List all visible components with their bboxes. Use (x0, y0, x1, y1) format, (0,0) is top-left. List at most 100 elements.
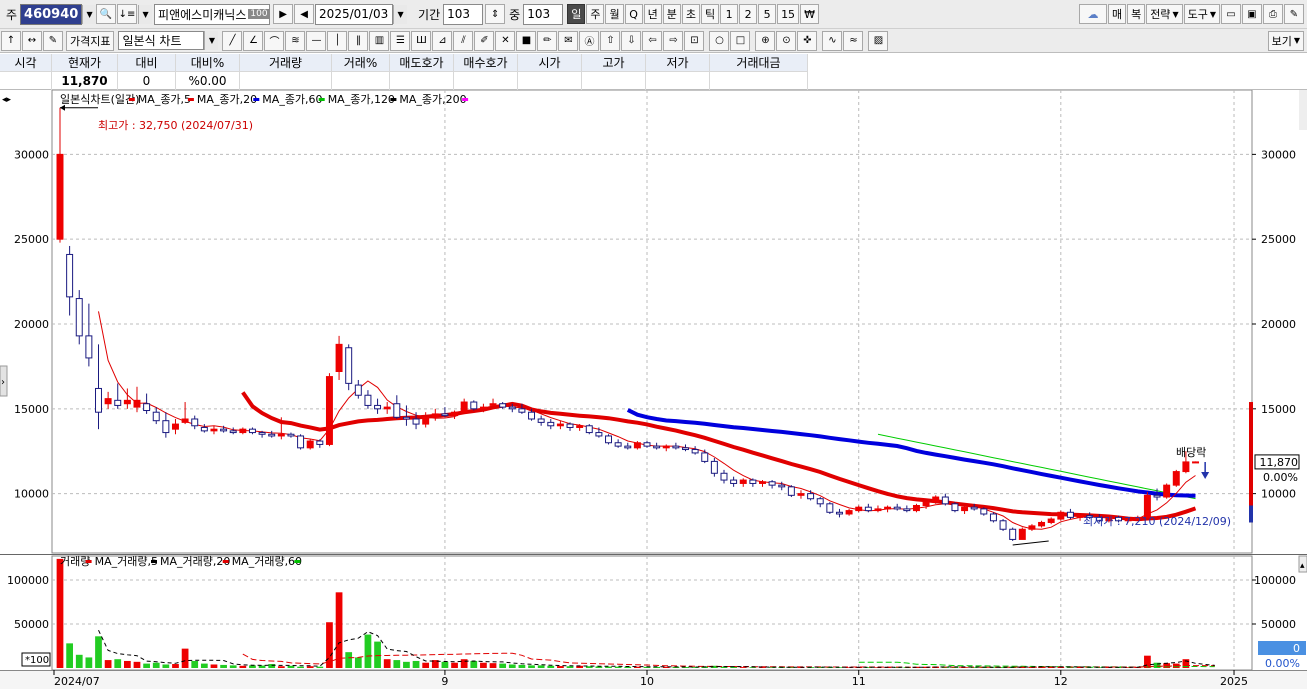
stock-code-input[interactable]: 460940 (20, 3, 83, 25)
volume-bar (249, 665, 256, 668)
grid-lines-icon[interactable]: ▥ (369, 30, 390, 51)
candle-body (441, 413, 449, 417)
rectangle-icon[interactable]: □ (730, 30, 751, 51)
color-fill-icon[interactable]: ■ (516, 30, 537, 51)
crosshair-icon[interactable]: ✜ (797, 30, 818, 51)
drawing-toolbar: ↑ ↔ ✎ 가격지표 일본식 차트 ▼ ╱ ∠ ⌒ ≋ — │ ‖ ▥ ☰ Ш … (0, 29, 1307, 53)
period-button-month[interactable]: 월 (605, 4, 624, 24)
note-icon[interactable]: ✉ (558, 30, 579, 51)
prev-stock-button[interactable]: ◀ (294, 4, 315, 24)
indicator-button[interactable]: 가격지표 (66, 30, 115, 51)
chart-svg[interactable]: ◂▸ › ▴ 10000 10000 15000 15000 20000 20000 25000 2… (0, 89, 1307, 689)
zoom-icon[interactable]: ⊕ (755, 30, 776, 51)
period-button-5[interactable]: 5 (758, 4, 777, 24)
candle (1009, 527, 1017, 541)
price-legend-swatch (390, 98, 397, 101)
volume-bar (451, 662, 458, 668)
pen-icon[interactable]: ✐ (474, 30, 495, 51)
arrow-up-shape-icon[interactable]: ⇧ (600, 30, 621, 51)
candle-body (893, 506, 901, 510)
candle-body (470, 401, 478, 410)
arrow-up-icon[interactable]: ↑ (1, 30, 21, 51)
candle-body (999, 520, 1007, 530)
trendline-icon[interactable]: ╱ (222, 30, 243, 51)
color-pen-icon[interactable]: ✏ (537, 30, 558, 51)
period-spin-icon[interactable]: ⇕ (485, 4, 506, 24)
volume-bar (277, 666, 285, 668)
candle-body (1192, 461, 1200, 464)
cloud-icon[interactable]: ☁ (1078, 4, 1107, 24)
candle-body (797, 493, 805, 496)
arrow-right-shape-icon[interactable]: ⇨ (663, 30, 684, 51)
magnify-icon[interactable]: ⊙ (776, 30, 797, 51)
view-button[interactable]: 보기 ▼ (1267, 30, 1304, 51)
period-button-second[interactable]: 초 (681, 4, 700, 24)
code-dropdown-icon[interactable]: ▼ (82, 4, 97, 24)
arrow-left-shape-icon[interactable]: ⇦ (642, 30, 663, 51)
quote-header-change: 대비 (118, 54, 176, 72)
vertical-line-icon[interactable]: │ (327, 30, 348, 51)
sort-icon[interactable]: ↓≡ (117, 4, 138, 24)
angle-line-icon[interactable]: ∠ (243, 30, 264, 51)
horizontal-line-icon[interactable]: — (306, 30, 327, 51)
zigzag-icon[interactable]: ≈ (843, 30, 864, 51)
period-button-year[interactable]: 년 (643, 4, 662, 24)
chart-type-dropdown-icon[interactable]: ▼ (204, 31, 219, 50)
image-icon[interactable]: ▨ (868, 30, 889, 51)
arc-icon[interactable]: ⌒ (264, 30, 285, 51)
text-icon[interactable]: Ⓐ (579, 30, 600, 51)
volume-bar (104, 660, 112, 668)
expand-horizontal-icon[interactable]: ↔ (22, 30, 42, 51)
parallel-lines-icon[interactable]: ‖ (348, 30, 369, 51)
period-button-15[interactable]: 15 (777, 4, 800, 24)
strategy-button[interactable]: 전략 ▼ (1146, 4, 1183, 24)
fibonacci-icon[interactable]: ☰ (390, 30, 411, 51)
edit-icon[interactable]: ✎ (43, 30, 63, 51)
period-button-day[interactable]: 일 (567, 4, 586, 24)
buy-button[interactable]: 매 (1107, 4, 1127, 24)
channel-icon[interactable]: ⫽ (453, 30, 474, 51)
cycle-lines-icon[interactable]: Ш (411, 30, 432, 51)
period-button-1[interactable]: 1 (720, 4, 739, 24)
center-input[interactable]: 103 (523, 3, 564, 25)
arrow-down-shape-icon[interactable]: ⇩ (621, 30, 642, 51)
tools-button[interactable]: 도구 ▼ (1183, 4, 1220, 24)
period-button-minute[interactable]: 분 (662, 4, 681, 24)
price-legend-item: MA_종가,60 (262, 93, 322, 106)
wave-icon[interactable]: ∿ (822, 30, 843, 51)
fan-icon[interactable]: ≋ (285, 30, 306, 51)
candle (345, 344, 353, 391)
candle-body (556, 423, 564, 427)
folder-icon[interactable]: ▭ (1221, 4, 1241, 24)
next-stock-button[interactable]: ▶ (273, 4, 294, 24)
period-button-quarter[interactable]: Q (624, 4, 643, 24)
chart-type-select[interactable]: 일본식 차트 (118, 31, 205, 50)
search-icon[interactable]: 🔍 (96, 4, 117, 24)
gann-icon[interactable]: ⊿ (432, 30, 453, 51)
period-input[interactable]: 103 (443, 3, 484, 25)
save-icon[interactable]: ▣ (1242, 4, 1262, 24)
print-icon[interactable]: ⎙ (1263, 4, 1283, 24)
candle-body (171, 423, 179, 430)
candle (1018, 527, 1026, 540)
period-button-tick[interactable]: 틱 (700, 4, 720, 24)
settings-icon[interactable]: ✎ (1284, 4, 1304, 24)
period-button-2[interactable]: 2 (739, 4, 758, 24)
sort-dropdown-icon[interactable]: ▼ (138, 4, 153, 24)
date-field[interactable]: 2025/01/03 (315, 3, 394, 25)
candle-body (845, 510, 853, 515)
currency-button[interactable]: ₩ (800, 4, 819, 24)
compound-button[interactable]: 복 (1127, 4, 1146, 24)
circle-icon[interactable]: ○ (709, 30, 730, 51)
text-box-icon[interactable]: ⊡ (684, 30, 705, 51)
quote-panel: 시각 현재가 11,870 대비 0 대비% %0.00 거래량 거래% 매도호가 매수호가 시가 고가… (0, 54, 1307, 90)
chart-area[interactable]: ◂▸ › ▴ 10000 10000 15000 15000 20000 20000 25000 2… (0, 89, 1307, 689)
date-dropdown-icon[interactable]: ▼ (393, 4, 408, 24)
volume-bar (181, 648, 189, 668)
delete-drawing-icon[interactable]: ✕ (495, 30, 516, 51)
candle-body (662, 445, 670, 449)
candle (1163, 483, 1171, 499)
period-button-week[interactable]: 주 (586, 4, 605, 24)
x-axis-label: 10 (640, 675, 654, 688)
x-axis-label: 12 (1054, 675, 1068, 688)
